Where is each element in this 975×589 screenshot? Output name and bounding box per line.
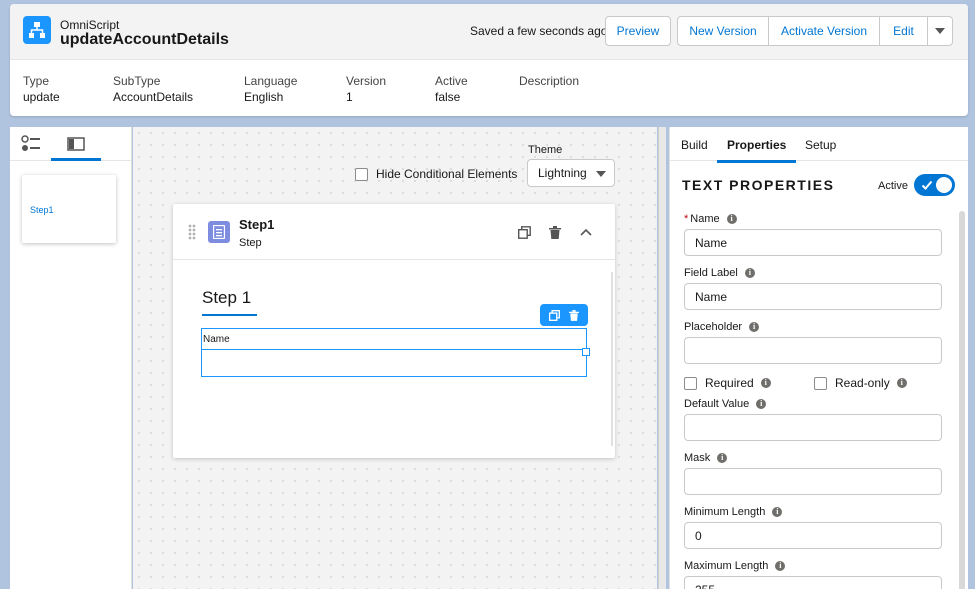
info-icon[interactable]: i [760, 378, 771, 388]
readonly-label: Read-only [835, 376, 890, 390]
clone-icon[interactable] [516, 224, 532, 240]
omniscript-header: OmniScript updateAccountDetails Saved a … [10, 4, 968, 116]
name-field-label: * Name i [684, 213, 737, 225]
meta-subtype: SubType AccountDetails [113, 74, 194, 104]
step-scrollbar[interactable] [611, 272, 613, 446]
page-title: updateAccountDetails [60, 31, 229, 48]
tab-properties[interactable]: Properties [716, 138, 797, 163]
min-length-field[interactable]: 0 [684, 522, 942, 549]
required-box[interactable] [684, 376, 697, 390]
edit-button[interactable]: Edit [879, 16, 928, 46]
default-value-field[interactable] [684, 414, 942, 441]
hide-conditional-label: Hide Conditional Elements [376, 167, 518, 181]
info-icon[interactable]: i [756, 399, 767, 409]
more-actions-button[interactable] [927, 16, 953, 46]
tab-setup[interactable]: Setup [805, 138, 836, 152]
meta-version: Version 1 [346, 74, 387, 104]
active-toggle[interactable] [914, 174, 955, 196]
placeholder-field[interactable] [684, 337, 942, 364]
hide-conditional-box[interactable] [355, 167, 368, 181]
panel-view-tab[interactable] [51, 133, 101, 161]
list-view-icon [21, 135, 40, 151]
info-icon[interactable]: i [749, 322, 760, 332]
panel-view-icon [67, 137, 85, 151]
info-icon[interactable]: i [896, 378, 907, 388]
step-card[interactable]: Step1 Step Step 1 Name [173, 204, 615, 458]
mask-label: Mask i [684, 452, 728, 464]
required-label: Required [705, 376, 754, 390]
activate-version-button[interactable]: Activate Version [768, 16, 880, 46]
theme-label: Theme [528, 144, 563, 156]
meta-type: Type update [23, 74, 60, 104]
delete-icon[interactable] [547, 224, 563, 240]
preview-button[interactable]: Preview [605, 16, 671, 46]
left-panel-tabs [10, 127, 131, 161]
tab-build[interactable]: Build [681, 138, 708, 152]
left-panel: Step1 [10, 127, 132, 589]
list-view-tab[interactable] [18, 133, 44, 155]
info-icon[interactable]: i [775, 561, 786, 571]
meta-description: Description [519, 74, 580, 88]
theme-select[interactable]: Lightning [527, 159, 615, 187]
max-length-field[interactable]: 255 [684, 576, 942, 589]
readonly-checkbox[interactable]: Read-only i [814, 376, 907, 390]
required-marker: * [684, 213, 689, 225]
info-icon[interactable]: i [772, 507, 783, 517]
info-icon[interactable]: i [744, 268, 755, 278]
max-length-label: Maximum Length i [684, 560, 786, 572]
name-field[interactable]: Name [684, 229, 942, 256]
step-header: Step1 Step [173, 204, 615, 260]
step-heading-underline [202, 314, 257, 316]
required-checkbox[interactable]: Required i [684, 376, 771, 390]
step-title: Step1 [239, 217, 275, 232]
saved-status: Saved a few seconds ago [470, 24, 608, 38]
min-length-label: Minimum Length i [684, 506, 783, 518]
mask-field[interactable] [684, 468, 942, 495]
delete-icon[interactable] [569, 309, 580, 321]
step-icon [208, 221, 230, 243]
name-element-input[interactable] [201, 349, 587, 377]
app-type: OmniScript [60, 18, 120, 32]
properties-tabs: Build Properties Setup [670, 127, 968, 163]
clone-icon[interactable] [548, 309, 560, 321]
drag-handle-icon[interactable] [188, 224, 196, 240]
checkmark-icon [921, 180, 933, 190]
properties-scrollbar[interactable] [959, 211, 965, 589]
chevron-down-icon [596, 171, 606, 177]
new-version-button[interactable]: New Version [677, 16, 769, 46]
meta-language: Language English [244, 74, 298, 104]
step-thumbnail-label: Step1 [30, 205, 54, 215]
chevron-down-icon [935, 28, 945, 34]
properties-panel: Build Properties Setup TEXT PROPERTIES A… [669, 127, 968, 589]
step-subtitle: Step [239, 237, 262, 249]
active-toggle-label: Active [878, 180, 908, 192]
default-value-label: Default Value i [684, 398, 767, 410]
element-toolbar [540, 304, 588, 326]
toggle-knob [936, 177, 952, 193]
canvas-scrollbar[interactable] [658, 127, 666, 589]
theme-value: Lightning [538, 166, 587, 180]
omniscript-icon [23, 16, 51, 44]
design-canvas: Hide Conditional Elements Theme Lightnin… [133, 127, 657, 589]
placeholder-label: Placeholder i [684, 321, 760, 333]
hide-conditional-checkbox[interactable]: Hide Conditional Elements [355, 167, 517, 181]
header-top-bar: OmniScript updateAccountDetails Saved a … [10, 4, 968, 60]
field-label-field[interactable]: Name [684, 283, 942, 310]
name-text-element[interactable]: Name [201, 328, 590, 377]
field-label-label: Field Label i [684, 267, 755, 279]
step-heading: Step 1 [202, 288, 252, 307]
properties-heading: TEXT PROPERTIES [682, 177, 835, 193]
info-icon[interactable]: i [726, 214, 737, 224]
step-thumbnail[interactable]: Step1 [22, 175, 116, 243]
chevron-up-icon[interactable] [578, 224, 594, 240]
info-icon[interactable]: i [717, 453, 728, 463]
name-element-label: Name [203, 334, 230, 345]
meta-active: Active false [435, 74, 468, 104]
resize-handle[interactable] [582, 348, 590, 356]
readonly-box[interactable] [814, 376, 827, 390]
